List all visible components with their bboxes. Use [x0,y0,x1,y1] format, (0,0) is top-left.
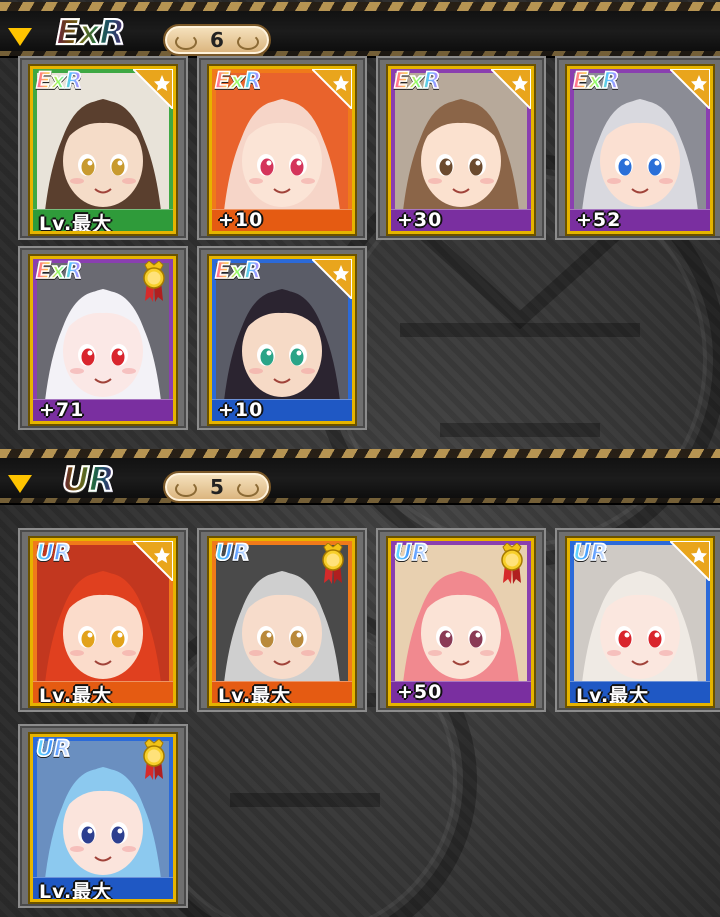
character-slot[interactable]: ExR +10 [197,246,367,430]
character-slot[interactable]: ExR Lv.最大 [18,56,188,240]
rarity-logo: UR [61,460,116,500]
level-bar: +50 [391,681,531,703]
rarity-badge: ExR [572,69,620,95]
rarity-badge: UR [35,541,71,567]
rarity-badge: ExR [214,259,262,285]
star-corner-icon [670,541,710,581]
character-slot[interactable]: UR Lv.最大 [18,528,188,712]
rarity-logo: ExR [55,13,126,53]
star-corner-icon [670,69,710,109]
character-card[interactable]: ExR +71 [28,254,178,426]
rarity-badge: UR [393,541,429,567]
character-slot[interactable]: UR Lv.最大 [555,528,720,712]
header-decor-strip [0,449,720,458]
rarity-badge: ExR [214,69,262,95]
count-value: 6 [210,28,224,52]
rarity-badge: ExR [35,69,83,95]
character-card[interactable]: ExR +30 [386,64,536,236]
character-card[interactable]: ExR +10 [207,254,357,426]
rarity-badge: ExR [393,69,441,95]
character-slot[interactable]: ExR +10 [197,56,367,240]
character-card[interactable]: UR Lv.最大 [28,732,178,904]
level-label: +50 [397,681,443,703]
star-corner-icon [133,69,173,109]
star-corner-icon [312,259,352,299]
rarity-badge: UR [572,541,608,567]
collapse-arrow-icon[interactable] [8,28,32,46]
gold-medal-icon [501,543,523,584]
level-label: Lv.最大 [39,881,113,902]
character-card[interactable]: UR Lv.最大 [565,536,715,708]
star-corner-icon [133,541,173,581]
star-corner-icon [491,69,531,109]
level-bar: +52 [570,209,710,231]
character-card[interactable]: UR Lv.最大 [207,536,357,708]
gold-medal-icon [143,261,165,302]
collapse-arrow-icon[interactable] [8,475,32,493]
level-bar: +30 [391,209,531,231]
level-label: +52 [576,209,622,231]
rarity-badge: ExR [35,259,83,285]
level-label: Lv.最大 [576,685,650,706]
character-slot[interactable]: ExR +71 [18,246,188,430]
level-label: Lv.最大 [39,213,113,234]
level-bar: Lv.最大 [33,877,173,899]
level-label: +10 [218,209,264,231]
rarity-badge: UR [214,541,250,567]
rarity-badge: UR [35,737,71,763]
character-card[interactable]: ExR Lv.最大 [28,64,178,236]
star-corner-icon [312,69,352,109]
level-bar: +71 [33,399,173,421]
level-label: +71 [39,399,85,421]
count-value: 5 [210,475,224,499]
character-card[interactable]: ExR +10 [207,64,357,236]
character-card[interactable]: ExR +52 [565,64,715,236]
character-slot[interactable]: ExR +52 [555,56,720,240]
level-bar: +10 [212,399,352,421]
character-slot[interactable]: UR Lv.最大 [18,724,188,908]
section-header-ur[interactable]: UR 5 [0,449,720,505]
section-header-exr[interactable]: ExR 6 [0,2,720,58]
level-bar: +10 [212,209,352,231]
level-bar: Lv.最大 [33,681,173,703]
character-slot[interactable]: ExR +30 [376,56,546,240]
gold-medal-icon [322,543,344,584]
gold-medal-icon [143,739,165,780]
level-bar: Lv.最大 [570,681,710,703]
character-card[interactable]: UR Lv.最大 [28,536,178,708]
character-card[interactable]: UR +50 [386,536,536,708]
level-label: Lv.最大 [218,685,292,706]
level-label: +30 [397,209,443,231]
count-badge: 6 [163,24,271,56]
character-slot[interactable]: UR Lv.最大 [197,528,367,712]
level-bar: Lv.最大 [33,209,173,231]
header-decor-strip [0,2,720,11]
character-slot[interactable]: UR +50 [376,528,546,712]
count-badge: 5 [163,471,271,503]
level-bar: Lv.最大 [212,681,352,703]
level-label: Lv.最大 [39,685,113,706]
level-label: +10 [218,399,264,421]
